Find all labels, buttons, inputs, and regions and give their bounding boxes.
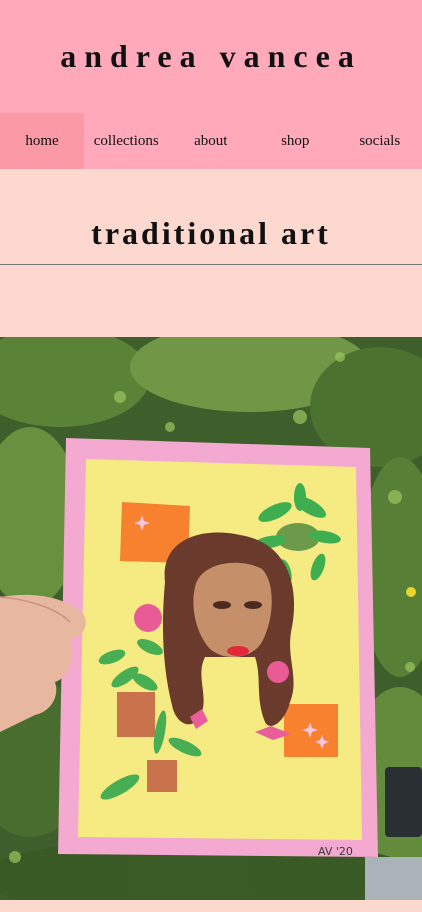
nav-item-home[interactable]: home xyxy=(0,113,84,169)
artwork-photo[interactable]: AV '20 xyxy=(0,337,422,900)
site-header: andrea vancea xyxy=(0,0,422,113)
bottom-strip xyxy=(0,900,422,912)
main-nav: home collections about shop socials xyxy=(0,113,422,169)
nav-item-socials[interactable]: socials xyxy=(338,113,422,169)
nav-item-about[interactable]: about xyxy=(169,113,254,169)
site-title[interactable]: andrea vancea xyxy=(0,36,422,76)
nav-item-collections[interactable]: collections xyxy=(84,113,169,169)
section-divider xyxy=(0,264,422,265)
section-title: traditional art xyxy=(91,215,331,251)
artwork-signature: AV '20 xyxy=(318,845,353,858)
nav-item-shop[interactable]: shop xyxy=(253,113,338,169)
